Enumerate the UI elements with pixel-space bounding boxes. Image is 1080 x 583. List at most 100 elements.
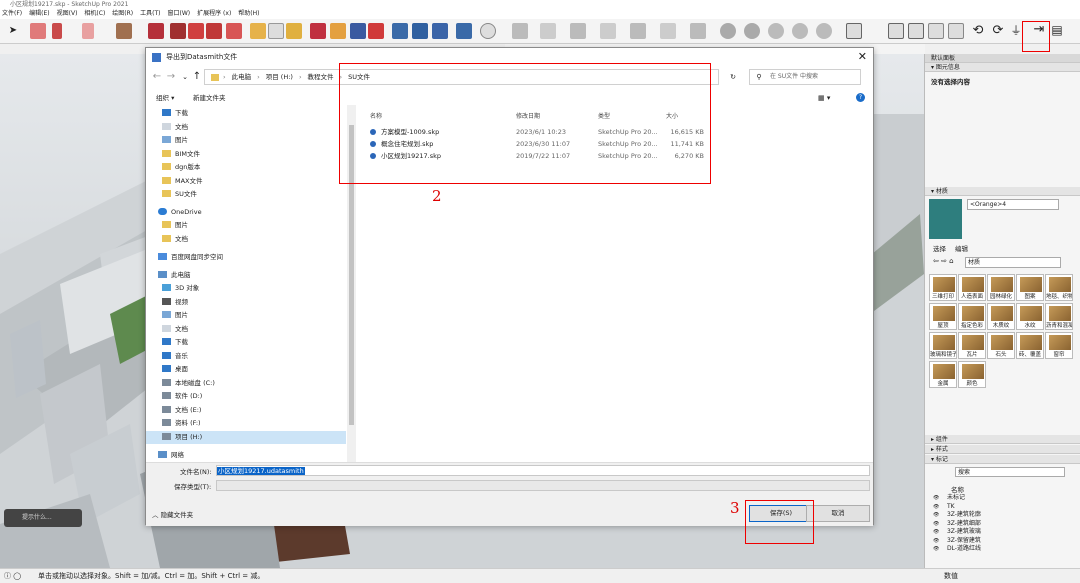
nav-item-folder[interactable]: 图片 [162,219,188,232]
refresh-icon[interactable]: ↻ [728,69,738,85]
textured-icon[interactable] [720,23,736,39]
nav-item-downloads[interactable]: 下载 [162,107,188,120]
material-swatch[interactable]: 金属 [929,361,957,388]
styles-header[interactable]: ▸ 样式 [925,445,1080,454]
nav-item-network[interactable]: 网络 [158,449,184,462]
material-swatch[interactable]: 图案 [1016,274,1044,301]
iso-view-icon[interactable] [768,23,784,39]
nav-item-drive-c[interactable]: 本地磁盘 (C:) [162,377,215,390]
help-icon[interactable]: ? [856,93,865,102]
generate-report-icon[interactable] [948,23,964,39]
nav-item-music[interactable]: 音乐 [162,350,188,363]
top-view-icon[interactable] [792,23,808,39]
tag-row[interactable]: 👁 3Z-保留建筑 [933,537,1073,546]
wireframe-icon[interactable] [630,23,646,39]
xray-icon[interactable] [600,23,616,39]
nav-item-folder[interactable]: BIM文件 [162,148,200,161]
library-select[interactable]: 材质 [965,257,1061,268]
views-toolbar-icon[interactable] [540,23,556,39]
hidden-line-icon[interactable] [660,23,676,39]
eye-icon[interactable]: 👁 [933,546,941,552]
sync-icon[interactable]: ⟲ [970,23,986,39]
tag-row[interactable]: 👁 3Z-建筑玻璃 [933,528,1073,537]
tag-search-input[interactable]: 搜索 [955,467,1065,477]
eye-icon[interactable]: 👁 [933,538,941,544]
sandbox-icon[interactable] [456,23,472,39]
nav-item-folder[interactable]: dgn版本 [162,161,200,174]
chevron-down-icon[interactable]: ⌄ [180,69,190,85]
nav-item-3d-objects[interactable]: 3D 对象 [162,282,199,295]
line-tool-icon[interactable] [52,23,62,39]
menu-file[interactable]: 文件(F) [2,9,22,19]
view-options-icon[interactable]: ▦ ▾ [818,91,830,105]
menu-view[interactable]: 视图(V) [57,9,78,19]
menu-window[interactable]: 窗口(W) [168,9,191,19]
organize-button[interactable]: 组织 ▾ [156,91,174,105]
scene-icon[interactable] [888,23,904,39]
material-swatch[interactable]: 玻璃和镜子 [929,332,957,359]
shadow-icon[interactable] [570,23,586,39]
nav-item-onedrive[interactable]: OneDrive [158,206,202,219]
zoom-icon[interactable] [350,23,366,39]
nav-item-documents[interactable]: 文档 [162,121,188,134]
menu-extensions[interactable]: 扩展程序 (x) [197,9,231,19]
follow-me-tool-icon[interactable] [170,23,186,39]
nav-item-folder[interactable]: SU文件 [162,188,197,201]
text-tool-icon[interactable] [268,23,284,39]
material-swatch[interactable]: 窗帘 [1045,332,1073,359]
material-swatch[interactable]: 人造表面 [958,274,986,301]
components-header[interactable]: ▸ 组件 [925,435,1080,444]
breadcrumb-item[interactable]: 项目 (H:) [266,70,293,84]
material-swatch[interactable]: 屋顶 [929,303,957,330]
paint-bucket-icon[interactable] [286,23,302,39]
forward-arrow-icon[interactable]: → [166,69,176,85]
nav-item-this-pc[interactable]: 此电脑 [158,269,191,282]
nav-item-drive-h[interactable]: 项目 (H:) [146,431,346,444]
eye-icon[interactable]: 👁 [933,512,941,518]
nav-item-videos[interactable]: 视频 [162,296,188,309]
filename-field[interactable]: 小区规划19217.udatasmith [216,465,870,476]
tag-row[interactable]: 👁 3Z-建筑细部 [933,520,1073,529]
tag-row[interactable]: 👁 TK [933,503,1073,512]
material-swatch[interactable]: 园林绿化 [987,274,1015,301]
back-forward-icon[interactable]: ⇦ ⇨ ⌂ [933,257,954,265]
material-swatch[interactable]: 沥青和混凝土 [1045,303,1073,330]
nav-item-pictures[interactable]: 图片 [162,134,188,147]
scale-tool-icon[interactable] [226,23,242,39]
select-tool-icon[interactable]: ➤ [6,23,20,39]
tape-measure-icon[interactable] [250,23,266,39]
tag-row[interactable]: 👁 DL-道路红线 [933,545,1073,554]
nav-item-documents[interactable]: 文档 [162,323,188,336]
nav-item-desktop[interactable]: 桌面 [162,363,188,376]
material-swatch[interactable]: 瓦片 [958,332,986,359]
section-plane-icon[interactable] [392,23,408,39]
menu-camera[interactable]: 相机(C) [84,9,105,19]
nav-item-drive-f[interactable]: 资料 (F:) [162,417,201,430]
close-icon[interactable]: ✕ [858,50,867,63]
styles-toolbar-icon[interactable] [512,23,528,39]
rectangle-tool-icon[interactable] [116,23,132,39]
material-swatch[interactable]: 地毯、织物 [1045,274,1073,301]
cancel-button[interactable]: 取消 [806,505,870,522]
filetype-select[interactable] [216,480,870,491]
search-input[interactable]: 在 SU文件 中搜索 [749,69,861,85]
material-swatch[interactable]: 水纹 [1016,303,1044,330]
material-swatch[interactable]: 木质纹 [987,303,1015,330]
eye-icon[interactable]: 👁 [933,504,941,510]
nav-item-baidu[interactable]: 百度网盘同步空间 [158,251,223,264]
section-display-icon[interactable] [412,23,428,39]
material-swatch[interactable]: 三维打印 [929,274,957,301]
tag-row[interactable]: 👁 3Z-建筑轮廓 [933,511,1073,520]
rotate-tool-icon[interactable] [206,23,222,39]
eraser-tool-icon[interactable] [30,23,46,39]
shaded-icon[interactable] [690,23,706,39]
menu-help[interactable]: 帮助(H) [238,9,259,19]
entity-info-header[interactable]: ▾ 图元信息 [925,63,1080,72]
nav-item-folder[interactable]: 文档 [162,233,188,246]
nav-item-pictures[interactable]: 图片 [162,309,188,322]
zoom-extents-icon[interactable] [368,23,384,39]
push-pull-tool-icon[interactable] [148,23,164,39]
eye-icon[interactable]: 👁 [933,495,941,501]
orbit-icon[interactable] [310,23,326,39]
nav-item-folder[interactable]: MAX文件 [162,175,203,188]
